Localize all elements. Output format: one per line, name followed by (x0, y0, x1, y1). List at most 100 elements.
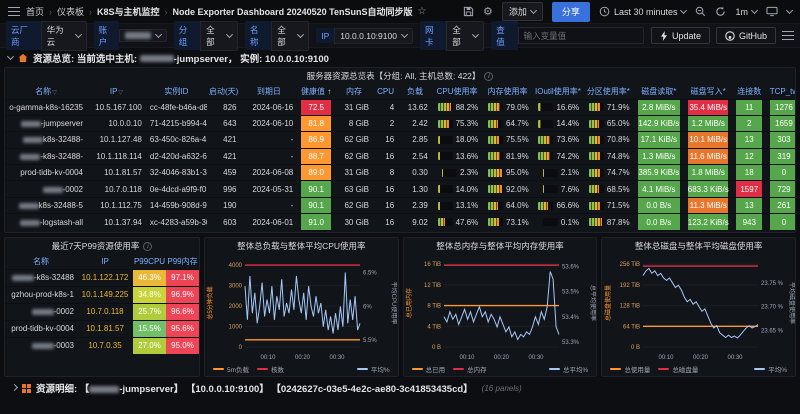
table-cell: 1.30 (398, 181, 432, 197)
gauge-cell: 66.6% (533, 197, 583, 213)
panel-title[interactable]: 最近7天P99资源使用率 (5, 238, 199, 254)
variable-cloud-vendor[interactable]: 云厂商 华为云 (6, 21, 87, 51)
table-cell: 63-450c-826a-4 (146, 132, 207, 148)
legend-item[interactable]: 总平均% (549, 364, 588, 374)
column-header[interactable]: 连接数 (732, 84, 766, 99)
refresh-icon[interactable] (715, 6, 726, 17)
panel-title[interactable]: 服务器资源总览表【分组: All, 主机总数: 422】 (5, 68, 795, 84)
time-range-picker[interactable]: Last 30 minutes (599, 6, 687, 17)
chevron-down-icon (680, 7, 687, 14)
svg-text:2000: 2000 (229, 304, 243, 310)
panel-title-text[interactable]: 整体总磁盘与整体平均磁盘使用率 (635, 240, 763, 252)
table-row: -logstash-all10.1.37.94xc-4283-a59b-3060… (5, 214, 796, 230)
table-cell: 10.1.37.94 (87, 214, 146, 230)
breadcrumb-dashboard-title[interactable]: Node Exporter Dashboard 20240520 TenSunS… (173, 5, 413, 18)
load-cpu-chart[interactable]: 010002000300040005.5%6%6.5%00:1000:2000:… (205, 254, 398, 362)
panel-grid-icon (22, 384, 31, 393)
legend-item[interactable]: 平均% (357, 364, 390, 374)
legend-item[interactable]: 总内存 (453, 364, 487, 374)
column-header[interactable]: 内存 (335, 84, 373, 99)
column-header[interactable]: 健康值 ↑ (297, 84, 335, 99)
column-header[interactable]: IP▽ (87, 84, 146, 99)
row-resource-overview-header[interactable]: 资源总览: 当前选中主机: -jumpserver， 实例: 10.0.0.10… (0, 48, 800, 67)
add-panel-button[interactable]: 添加 (502, 2, 543, 21)
table-cell: 421 (207, 148, 241, 164)
panel-title-text[interactable]: 整体总负载与整体平均CPU使用率 (237, 240, 365, 252)
column-header[interactable]: 名称 (5, 254, 77, 269)
variable-value: 华为云 (47, 24, 71, 48)
zoom-out-icon[interactable] (695, 6, 706, 17)
colored-cell: 35.4 MiB/s (684, 99, 732, 115)
table-cell: d2-420d-a632-6 (146, 148, 207, 164)
info-icon[interactable] (484, 72, 493, 81)
breadcrumb-dashboards[interactable]: 仪表板 (57, 5, 84, 18)
column-header[interactable]: IP (77, 254, 133, 269)
column-header[interactable]: 启动(天) (207, 84, 241, 99)
search-input[interactable] (518, 27, 644, 44)
column-header[interactable]: 实例ID (146, 84, 207, 99)
toolbar-menu-icon[interactable] (782, 31, 794, 40)
disk-chart[interactable]: 0 B64 TiB128 TiB192 TiB256 TiB23.65 %23.… (602, 254, 795, 362)
legend-swatch (549, 368, 560, 371)
column-header[interactable]: 磁盘读取* (634, 84, 684, 99)
save-icon[interactable] (463, 6, 474, 17)
variable-group[interactable]: 分组 全部 (174, 21, 238, 51)
table-cell: 2024-06-16 (240, 99, 297, 115)
gauge-cell: 0.1% (533, 214, 583, 230)
github-button[interactable]: GitHub (716, 27, 776, 44)
colored-cell: 96.6% (166, 303, 199, 320)
column-header[interactable]: TCP_tw (766, 84, 796, 99)
memory-chart[interactable]: 0 B4 TiB8 TiB12 TiB16 TiB53.3%53.4%53.5%… (404, 254, 597, 362)
gauge-cell: 87.8% (583, 214, 633, 230)
filter-icon[interactable]: ▽ (118, 90, 123, 96)
legend-item[interactable]: 核数 (257, 364, 284, 374)
table-cell: 30 GiB (335, 214, 373, 230)
legend-item[interactable]: 总使用量 (610, 364, 650, 374)
legend-item[interactable]: 总已用 (412, 364, 446, 374)
table-cell: 459 (207, 165, 241, 181)
update-button[interactable]: Update (651, 27, 710, 44)
add-panel-label: 添加 (509, 5, 527, 18)
variable-name[interactable]: 名称 全部 (245, 21, 309, 51)
column-header[interactable]: CPU (373, 84, 398, 99)
column-header[interactable]: 名称▽ (5, 84, 87, 99)
column-header[interactable]: 磁盘写入* (684, 84, 732, 99)
column-header[interactable]: 负载 (398, 84, 432, 99)
column-header[interactable]: P99内存 (166, 254, 199, 269)
star-icon[interactable]: ☆ (417, 6, 426, 17)
row-resource-details-header[interactable]: 资源明细: 【-jumpserver】 【10.0.0.10:9100】 【02… (4, 378, 796, 398)
kiosk-monitor-icon[interactable] (766, 6, 778, 17)
legend-item[interactable]: 平均% (754, 364, 787, 374)
colored-cell: 17.1 KiB/s (634, 132, 684, 148)
colored-cell: 90.1 (297, 181, 335, 197)
variable-ip[interactable]: IP 10.0.0.10:9100 (316, 28, 413, 44)
breadcrumb-folder[interactable]: K8S与主机监控 (97, 5, 160, 18)
table-cell: 62 GiB (335, 148, 373, 164)
refresh-interval-dropdown[interactable]: 1m (735, 7, 757, 17)
column-header[interactable]: 到期日 (240, 84, 297, 99)
legend-item[interactable]: 5m负载 (213, 364, 249, 374)
redacted-host-prefix (89, 386, 119, 393)
column-header[interactable]: IOutil使用率* (533, 84, 583, 99)
variable-label: 分组 (174, 21, 200, 50)
share-button[interactable]: 分享 (552, 2, 590, 22)
breadcrumb-home[interactable]: 首页 (26, 5, 44, 18)
column-header[interactable]: P99CPU (133, 254, 166, 269)
panel-title-text[interactable]: 整体总内存与整体平均内存使用率 (436, 240, 564, 252)
variable-account[interactable]: 账户 (94, 21, 167, 50)
table-cell: 31 GiB (335, 99, 373, 115)
filter-icon[interactable]: ▽ (52, 90, 57, 96)
table-cell: - (240, 197, 297, 213)
column-header[interactable]: 分区使用率* (583, 84, 633, 99)
variable-nic[interactable]: 网卡 全部 (420, 21, 484, 51)
navbar-collapse-chevron[interactable] (786, 7, 793, 14)
gauge-cell: 73.6% (533, 132, 583, 148)
column-header[interactable]: 内存使用率 (482, 84, 532, 99)
menu-icon[interactable] (8, 7, 20, 16)
info-icon[interactable] (143, 242, 152, 251)
table-row: -000210.7.0.11825.7%96.6% (5, 303, 199, 320)
legend-item[interactable]: 总磁盘量 (658, 364, 698, 374)
column-header[interactable]: CPU使用率 (432, 84, 482, 99)
settings-gear-icon[interactable]: ⚙ (483, 5, 493, 18)
table-cell: 8 GiB (335, 115, 373, 131)
